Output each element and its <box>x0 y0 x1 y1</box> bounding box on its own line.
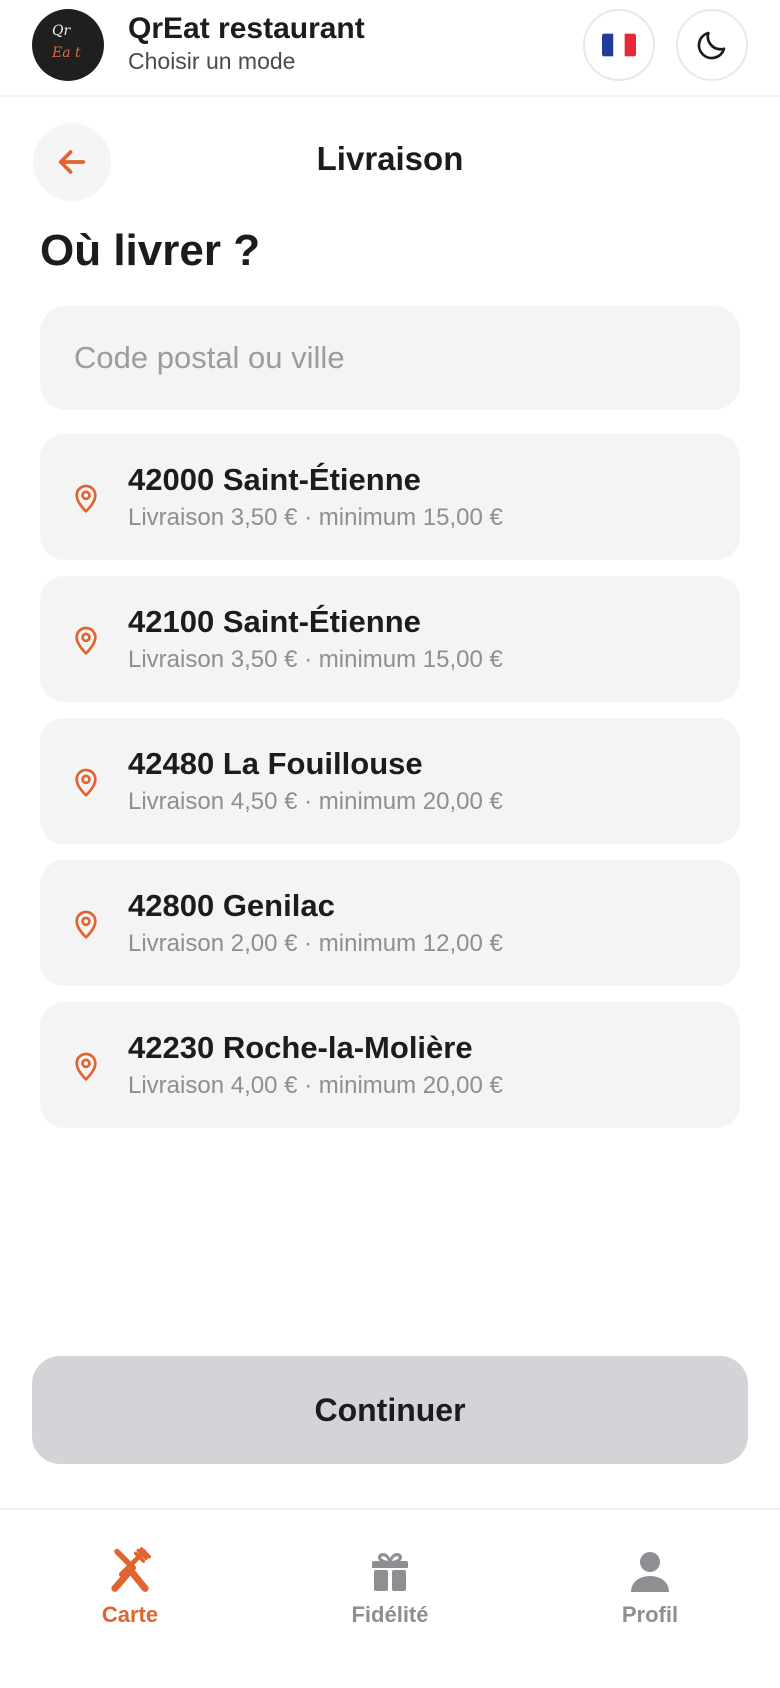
tab-label: Profil <box>621 1602 679 1627</box>
fork-knife-icon <box>111 1547 152 1592</box>
delivery-zone-list: 42000 Saint-Étienne Livraison 3,50 € · m… <box>40 434 740 1144</box>
restaurant-name: QrEat restaurant <box>128 12 365 45</box>
zone-fees: Livraison 4,50 € · minimum 20,00 € <box>128 788 503 815</box>
zone-fees: Livraison 3,50 € · minimum 15,00 € <box>128 504 503 531</box>
zone-fees: Livraison 2,00 € · minimum 12,00 € <box>128 930 503 957</box>
zone-fees: Livraison 3,50 € · minimum 15,00 € <box>128 646 503 673</box>
page-title: Livraison <box>316 140 464 177</box>
mode-subtitle: Choisir un mode <box>128 48 296 74</box>
app-header: Qr Ea t QrEat restaurant Choisir un mode <box>0 0 780 97</box>
location-pin-icon <box>75 484 97 513</box>
logo-text-bottom: Ea t <box>52 45 81 61</box>
delivery-zone-item[interactable]: 42000 Saint-Étienne Livraison 3,50 € · m… <box>40 434 740 560</box>
location-pin-icon <box>75 768 97 797</box>
section-heading: Où livrer ? <box>40 226 261 275</box>
continue-button[interactable]: Continuer <box>32 1356 748 1464</box>
tab-label: Fidélité <box>351 1602 429 1627</box>
zone-name: 42480 La Fouillouse <box>128 746 423 781</box>
location-pin-icon <box>75 626 97 655</box>
zone-name: 42230 Roche-la-Molière <box>128 1030 473 1065</box>
location-pin-icon <box>75 910 97 939</box>
restaurant-logo: Qr Ea t <box>32 9 104 81</box>
delivery-zone-item[interactable]: 42800 Genilac Livraison 2,00 € · minimum… <box>40 860 740 986</box>
bottom-tab-bar: Carte Fidélité Profil <box>0 1508 780 1688</box>
zone-name: 42100 Saint-Étienne <box>128 604 421 639</box>
delivery-zone-item[interactable]: 42100 Saint-Étienne Livraison 3,50 € · m… <box>40 576 740 702</box>
zone-name: 42000 Saint-Étienne <box>128 462 421 497</box>
tab-profil[interactable]: Profil <box>550 1540 750 1628</box>
logo-text-top: Qr <box>52 23 71 39</box>
postal-code-search-input[interactable] <box>40 306 740 410</box>
dark-mode-toggle[interactable] <box>676 9 748 81</box>
person-icon <box>631 1552 669 1592</box>
tab-carte[interactable]: Carte <box>30 1540 230 1628</box>
location-pin-icon <box>75 1052 97 1081</box>
zone-name: 42800 Genilac <box>128 888 335 923</box>
gift-icon <box>372 1553 408 1591</box>
tab-label: Carte <box>101 1602 159 1627</box>
zone-fees: Livraison 4,00 € · minimum 20,00 € <box>128 1072 503 1099</box>
moon-icon <box>697 31 726 60</box>
french-flag-icon <box>602 33 636 57</box>
delivery-zone-item[interactable]: 42480 La Fouillouse Livraison 4,50 € · m… <box>40 718 740 844</box>
delivery-zone-item[interactable]: 42230 Roche-la-Molière Livraison 4,00 € … <box>40 1002 740 1128</box>
tab-fidelite[interactable]: Fidélité <box>290 1540 490 1628</box>
language-button[interactable] <box>583 9 655 81</box>
